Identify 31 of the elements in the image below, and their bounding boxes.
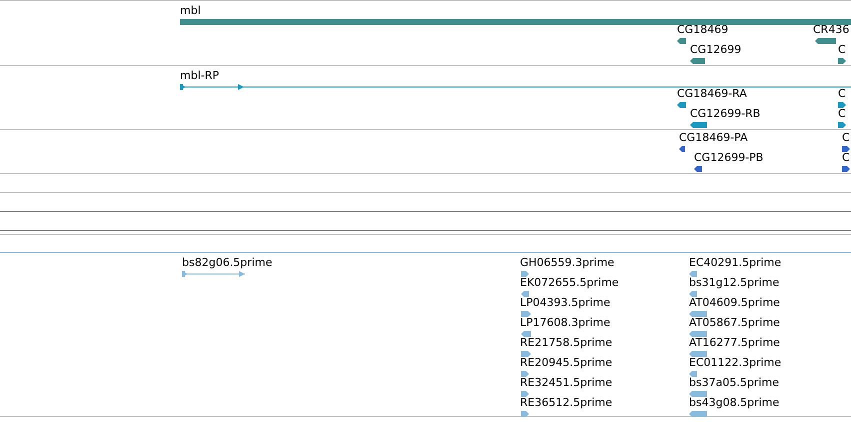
feature-label: LP17608.3prime [520,316,610,329]
feature-label: C [838,87,846,100]
feature-label: C [838,107,846,120]
feature-label: EC01122.3prime [689,356,782,369]
feature-label: RE20945.5prime [520,356,612,369]
feature-label: bs43g08.5prime [689,396,780,409]
feature-label: CG18469-RA [677,87,747,100]
feature-label: EK072655.5prime [520,276,619,289]
feature-label: EC40291.5prime [689,256,782,269]
feature-label: CG12699 [690,43,742,56]
feature-label: CG18469 [677,23,728,36]
feature-label: CG12699-PB [694,151,764,164]
feature-label: AT05867.5prime [689,316,780,329]
feature-label: RE32451.5prime [520,376,612,389]
feature-label: C [838,43,846,56]
feature-label: mbl-RP [180,69,219,82]
feature-label: bs37a05.5prime [689,376,779,389]
feature-label: C [842,131,850,144]
feature-label: mbl [180,4,201,17]
feature-label: RE21758.5prime [520,336,612,349]
feature-label: C [842,151,850,164]
feature-label: AT16277.5prime [689,336,780,349]
feature-label: GH06559.3prime [520,256,614,269]
feature-label: CG12699-RB [690,107,760,120]
feature-label: LP04393.5prime [520,296,610,309]
feature-label: bs31g12.5prime [689,276,780,289]
feature-label: CR436 [813,23,850,36]
feature-label: bs82g06.5prime [182,256,272,269]
feature-label: RE36512.5prime [520,396,612,409]
feature-label: AT04609.5prime [689,296,780,309]
feature-label: CG18469-PA [679,131,748,144]
